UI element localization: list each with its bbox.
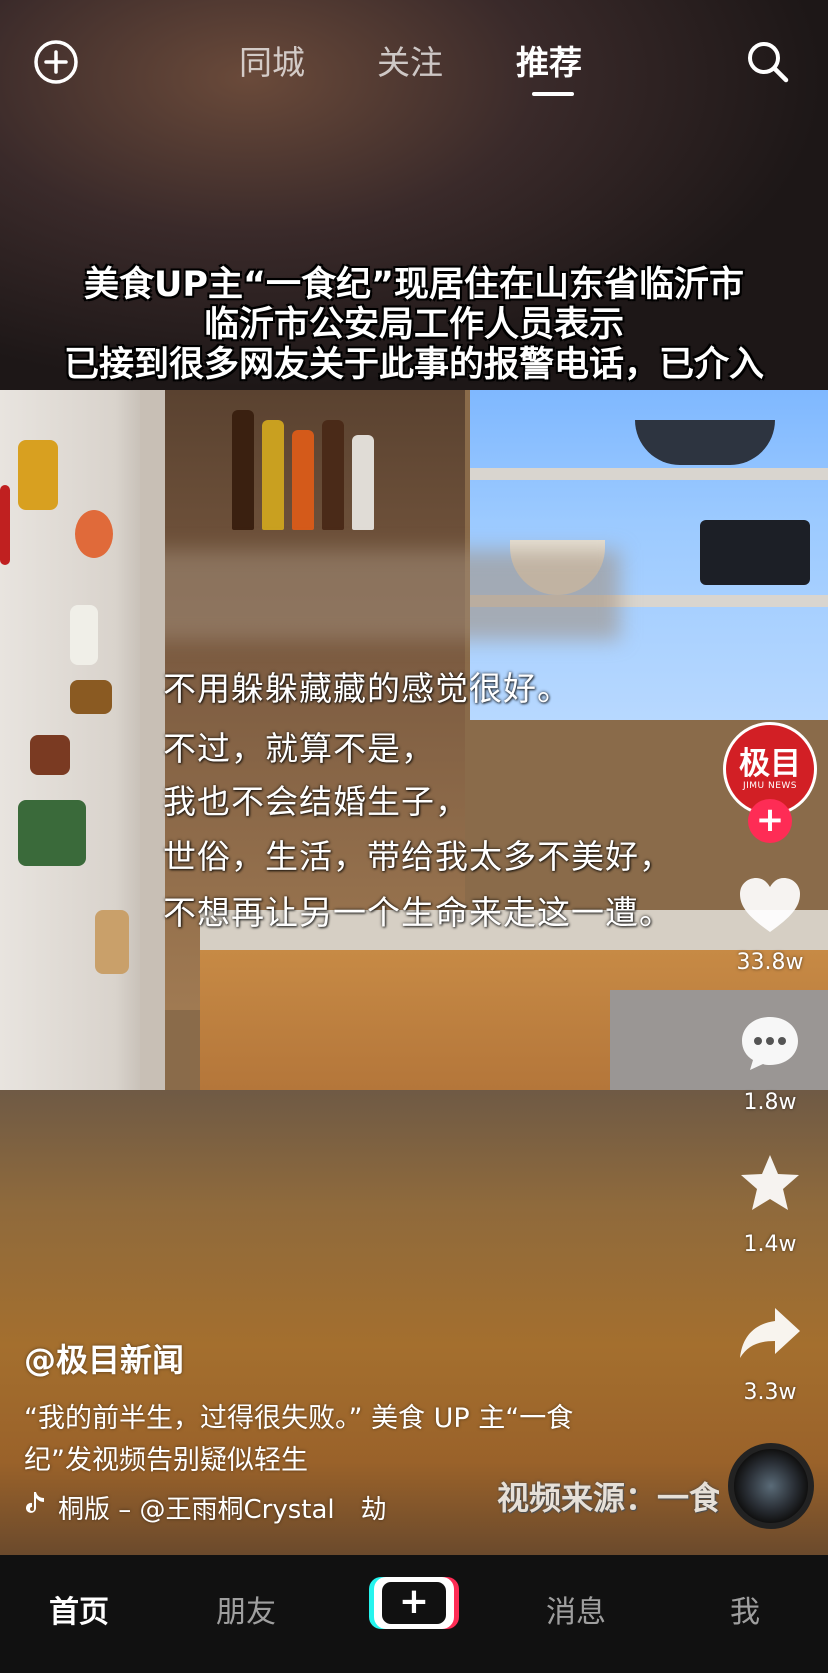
video-subtitle-line: 不过，就算不是，	[163, 729, 435, 768]
share-arrow-icon[interactable]	[730, 1298, 810, 1368]
fridge-magnet	[95, 910, 129, 974]
bottle	[322, 420, 344, 530]
like-count: 33.8w	[736, 950, 804, 975]
like-heart-icon[interactable]	[730, 870, 810, 940]
music-disc-icon[interactable]	[728, 1443, 814, 1529]
create-button[interactable]: +	[374, 1577, 454, 1629]
favorite-star-icon[interactable]	[730, 1148, 810, 1218]
video-subtitle-line: 不想再让另一个生命来走这一遭。	[163, 893, 673, 932]
music-title: 桐版 – @王雨桐Crystal 劫	[58, 1495, 387, 1525]
comment-icon[interactable]	[730, 1008, 810, 1078]
follow-button[interactable]: +	[748, 799, 792, 843]
window-shelf	[470, 468, 828, 480]
blurred-region	[140, 550, 620, 640]
refrigerator-edge	[140, 390, 165, 1090]
bottle	[352, 435, 374, 530]
fridge-magnet	[18, 800, 86, 866]
tab-friends[interactable]: 朋友	[216, 1587, 276, 1631]
fridge-magnet	[70, 605, 98, 665]
bottle	[232, 410, 254, 530]
search-icon[interactable]	[742, 36, 794, 88]
avatar-logo-text: 极目	[739, 746, 801, 782]
video-subtitle-line: 我也不会结婚生子，	[163, 782, 469, 821]
author-handle[interactable]: @极目新闻	[24, 1335, 184, 1381]
tab-following[interactable]: 关注	[377, 36, 443, 84]
avatar-logo-subtext: JIMU NEWS	[742, 781, 798, 791]
active-tab-indicator	[532, 92, 574, 96]
pot	[700, 520, 810, 585]
headline-line-3: 已接到很多网友关于此事的报警电话，已介入	[63, 345, 764, 385]
fridge-magnet	[75, 510, 113, 558]
video-subtitle-line: 不用躲躲藏藏的感觉很好。	[163, 669, 571, 708]
share-count: 3.3w	[743, 1380, 797, 1405]
fridge-magnet	[30, 735, 70, 775]
tab-messages[interactable]: 消息	[546, 1587, 606, 1631]
bottle	[292, 430, 314, 530]
comment-count: 1.8w	[743, 1090, 797, 1115]
fridge-magnet	[18, 440, 58, 510]
tab-nearby[interactable]: 同城	[239, 36, 305, 84]
video-source-watermark: 视频来源：一食	[497, 1479, 719, 1517]
favorite-count: 1.4w	[743, 1232, 797, 1257]
video-description[interactable]: “我的前半生，过得很失败。” 美食 UP 主“一食纪”发视频告别疑似轻生	[24, 1398, 624, 1482]
tiktok-note-icon	[24, 1491, 46, 1524]
tab-home[interactable]: 首页	[49, 1587, 109, 1631]
fridge-magnet	[70, 680, 112, 714]
music-info[interactable]: 桐版 – @王雨桐Crystal 劫	[24, 1489, 387, 1526]
create-plus-icon: +	[382, 1582, 446, 1624]
video-subtitle-line: 世俗，生活，带给我太多不美好，	[163, 837, 673, 876]
bottle	[262, 420, 284, 530]
add-circle-icon[interactable]	[30, 36, 82, 88]
tab-for-you[interactable]: 推荐	[516, 36, 582, 84]
bottom-tab-bar: 首页 朋友 + 消息 我	[0, 1555, 828, 1673]
tab-me[interactable]: 我	[730, 1587, 760, 1631]
fridge-magnet	[0, 485, 10, 565]
video-feed-screen: 美食UP主“一食纪”现居住在山东省临沂市 临沂市公安局工作人员表示 已接到很多网…	[0, 0, 828, 1673]
